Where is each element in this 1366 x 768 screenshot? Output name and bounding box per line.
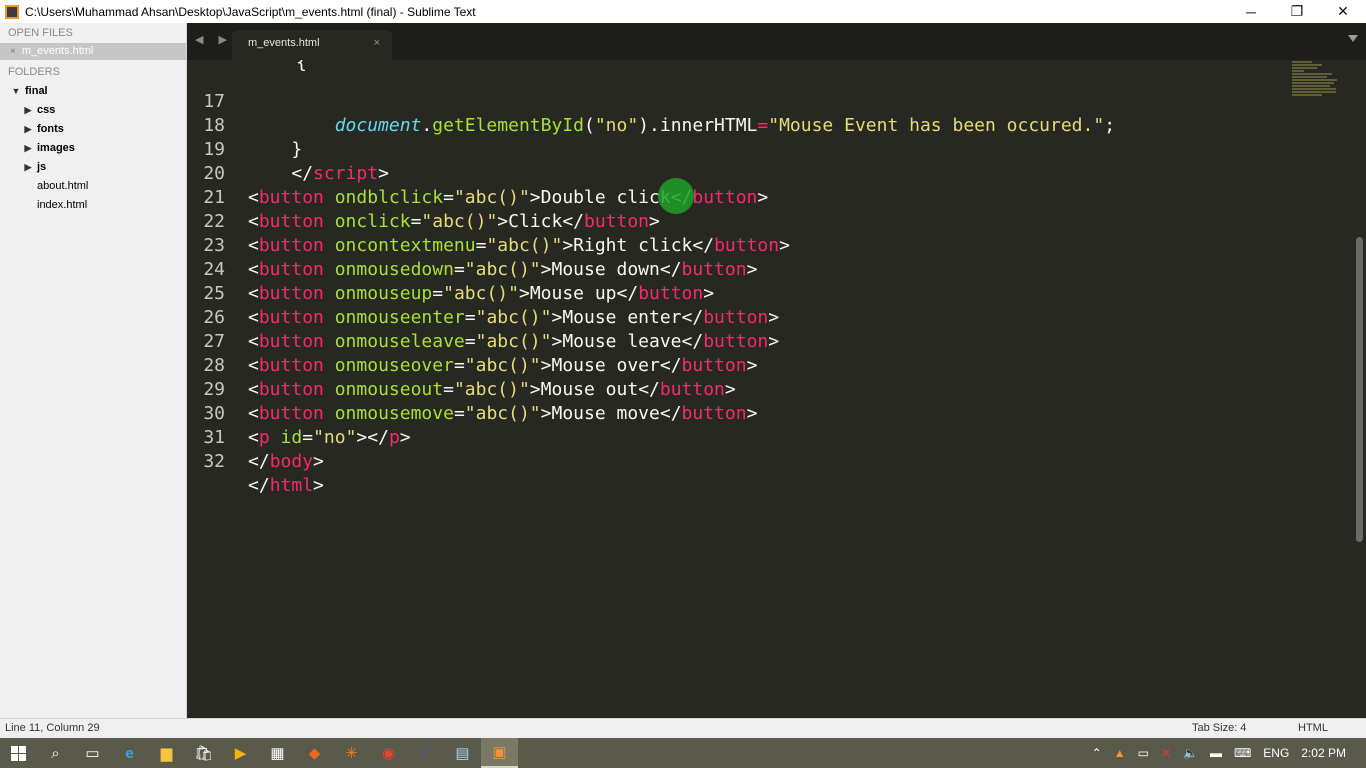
code-line-18: 18 } bbox=[187, 90, 1267, 160]
tree-folder-final[interactable]: ▼ final bbox=[0, 82, 186, 101]
tree-label: index.html bbox=[37, 199, 88, 211]
notepad-icon[interactable]: ▤ bbox=[444, 738, 481, 768]
chevron-right-icon[interactable]: ▶ bbox=[22, 139, 34, 158]
windows-logo-icon bbox=[11, 745, 26, 761]
tree-folder-js[interactable]: ▶ js bbox=[0, 158, 186, 177]
tree-label: js bbox=[37, 161, 47, 173]
code-line-29: 29 <button onmousemove="abc()">Mouse mov… bbox=[187, 354, 1267, 424]
line-number: 32 bbox=[203, 451, 225, 472]
sublime-text-icon bbox=[5, 4, 19, 19]
chevron-right-icon[interactable]: ▶ bbox=[22, 101, 34, 120]
code-line-31: 31 </body> bbox=[187, 402, 1267, 472]
tree-label: css bbox=[37, 104, 56, 116]
facebook-icon[interactable]: f bbox=[407, 738, 444, 768]
battery-icon[interactable]: ▭ bbox=[1138, 746, 1149, 760]
tree-folder-fonts[interactable]: ▶ fonts bbox=[0, 120, 186, 139]
volume-icon[interactable]: 🔈 bbox=[1183, 746, 1198, 760]
code-line-21: 21 <button onclick="abc()">Click</button… bbox=[187, 162, 1267, 232]
code-line-26: 26 <button onmouseleave="abc()">Mouse le… bbox=[187, 282, 1267, 352]
store-icon[interactable]: 🛍 bbox=[185, 738, 222, 768]
windows-taskbar: ⌕ ▭ e ▆ 🛍 ▶ ▦ ◆ ✳ ◉ f ▤ ▣ ⌃ ▲ ▭ ✕ 🔈 ▬ ⌨ … bbox=[0, 738, 1366, 768]
file-explorer-icon[interactable]: ▆ bbox=[148, 738, 185, 768]
tab-bar: ◀ ▶ m_events.html × bbox=[187, 23, 1366, 60]
code-line-30: 30 <p id="no"></p> bbox=[187, 378, 1267, 448]
video-editor-icon[interactable]: ▦ bbox=[259, 738, 296, 768]
tab-menu-chevron-icon[interactable] bbox=[1348, 35, 1358, 42]
keyboard-icon[interactable]: ⌨ bbox=[1234, 746, 1251, 760]
code-text: </body> bbox=[248, 451, 324, 472]
task-view-icon[interactable]: ▭ bbox=[74, 738, 111, 768]
vlc-icon[interactable]: ▲ bbox=[1114, 746, 1126, 760]
chevron-up-icon[interactable]: ⌃ bbox=[1092, 746, 1102, 760]
start-button[interactable] bbox=[0, 738, 37, 768]
mouse-cursor-highlight bbox=[658, 178, 694, 214]
open-files-header: OPEN FILES bbox=[8, 27, 73, 39]
code-line-20: 20 <button ondblclick="abc()">Double cli… bbox=[187, 138, 1267, 208]
window-title: C:\Users\Muhammad Ahsan\Desktop\JavaScri… bbox=[25, 4, 476, 19]
system-tray: ⌃ ▲ ▭ ✕ 🔈 ▬ ⌨ ENG 2:02 PM bbox=[1086, 738, 1366, 768]
chevron-down-icon[interactable]: ▼ bbox=[10, 82, 22, 101]
close-button[interactable]: ✕ bbox=[1320, 0, 1366, 23]
chevron-right-icon[interactable]: ▶ bbox=[22, 158, 34, 177]
vertical-scrollbar[interactable] bbox=[1356, 237, 1363, 542]
tree-label: fonts bbox=[37, 123, 64, 135]
search-icon[interactable]: ⌕ bbox=[37, 738, 74, 768]
code-line-23: 23 <button onmousedown="abc()">Mouse dow… bbox=[187, 210, 1267, 280]
tab-size-selector[interactable]: Tab Size: 4 bbox=[1192, 722, 1246, 734]
tab-close-icon[interactable]: × bbox=[374, 30, 380, 56]
close-file-icon[interactable]: × bbox=[10, 43, 16, 60]
tab-label: m_events.html bbox=[248, 37, 320, 49]
tree-label: about.html bbox=[37, 180, 89, 192]
code-line-19: 19 </script> bbox=[187, 114, 1267, 184]
restore-button[interactable]: ❐ bbox=[1274, 0, 1320, 23]
open-file-item[interactable]: × m_events.html bbox=[0, 43, 186, 60]
chevron-right-icon[interactable]: ▶ bbox=[22, 120, 34, 139]
network-icon[interactable]: ✕ bbox=[1161, 746, 1171, 760]
title-bar: C:\Users\Muhammad Ahsan\Desktop\JavaScri… bbox=[0, 0, 1366, 23]
sublime-text-taskbar-icon[interactable]: ▣ bbox=[481, 738, 518, 768]
code-line-24: 24 <button onmouseup="abc()">Mouse up</b… bbox=[187, 234, 1267, 304]
syntax-selector[interactable]: HTML bbox=[1298, 722, 1328, 734]
tab-nav-arrows[interactable]: ◀ ▶ bbox=[195, 33, 233, 46]
media-player-icon[interactable]: ▶ bbox=[222, 738, 259, 768]
tree-label: final bbox=[25, 85, 48, 97]
tab-m-events[interactable]: m_events.html × bbox=[232, 30, 392, 60]
code-line-17: 17 document.getElementById("no").innerHT… bbox=[187, 66, 1267, 136]
tree-label: images bbox=[37, 142, 75, 154]
tree-file-about[interactable]: about.html bbox=[0, 177, 186, 196]
status-bar: Line 11, Column 29 Tab Size: 4 HTML bbox=[0, 718, 1366, 738]
tree-file-index[interactable]: index.html bbox=[0, 196, 186, 215]
code-text: </html> bbox=[248, 475, 324, 496]
open-file-label: m_events.html bbox=[21, 45, 94, 57]
clock[interactable]: 2:02 PM bbox=[1301, 746, 1346, 760]
cursor-position: Line 11, Column 29 bbox=[5, 722, 100, 734]
tree-folder-images[interactable]: ▶ images bbox=[0, 139, 186, 158]
code-editor[interactable]: { 17 document.getElementById("no").inner… bbox=[187, 60, 1366, 718]
sidebar: OPEN FILES × m_events.html FOLDERS ▼ fin… bbox=[0, 23, 187, 718]
code-line-28: 28 <button onmouseout="abc()">Mouse out<… bbox=[187, 330, 1267, 400]
code-line-25: 25 <button onmouseenter="abc()">Mouse en… bbox=[187, 258, 1267, 328]
code-line-27: 27 <button onmouseover="abc()">Mouse ove… bbox=[187, 306, 1267, 376]
language-indicator[interactable]: ENG bbox=[1263, 746, 1289, 760]
minimize-button[interactable]: ─ bbox=[1228, 0, 1274, 23]
minimap[interactable] bbox=[1292, 60, 1352, 130]
notification-icon[interactable]: ▬ bbox=[1210, 746, 1222, 760]
folders-header: FOLDERS bbox=[8, 66, 60, 78]
code-line-32: 32 </html> bbox=[187, 426, 1267, 496]
code-line-22: 22 <button oncontextmenu="abc()">Right c… bbox=[187, 186, 1267, 256]
chrome-icon[interactable]: ◉ bbox=[370, 738, 407, 768]
app-spark-icon[interactable]: ✳ bbox=[333, 738, 370, 768]
app-fox-icon[interactable]: ◆ bbox=[296, 738, 333, 768]
edge-icon[interactable]: e bbox=[111, 738, 148, 768]
tree-folder-css[interactable]: ▶ css bbox=[0, 101, 186, 120]
